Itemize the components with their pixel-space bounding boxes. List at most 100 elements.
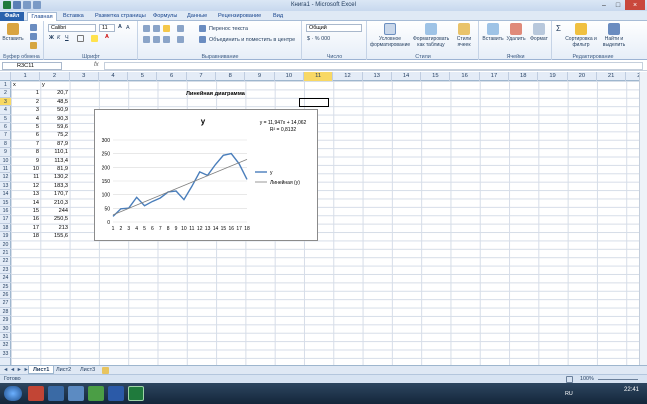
cell-x[interactable]: 9 <box>11 157 39 165</box>
align-middle-icon[interactable] <box>153 25 160 32</box>
minimize-button[interactable]: – <box>597 0 611 10</box>
row-header[interactable]: 10 <box>0 157 11 165</box>
underline-button[interactable]: Ч <box>65 35 69 41</box>
column-header[interactable]: 3 <box>70 72 99 81</box>
column-header[interactable]: 16 <box>451 72 480 81</box>
active-cell[interactable] <box>299 98 329 107</box>
row-header[interactable]: 8 <box>0 140 11 149</box>
tab-formulas[interactable]: Формулы <box>153 12 177 21</box>
row-header[interactable]: 26 <box>0 291 11 300</box>
align-right-icon[interactable] <box>163 36 170 43</box>
cell-x[interactable]: 3 <box>11 106 39 114</box>
cell-y[interactable]: 213 <box>40 224 68 232</box>
autosum-icon[interactable]: Σ <box>556 24 561 33</box>
column-header[interactable]: 21 <box>597 72 627 81</box>
insert-cells-button[interactable]: Вставить <box>482 23 504 42</box>
row-header[interactable]: 19 <box>0 232 11 241</box>
select-all-corner[interactable] <box>0 72 11 81</box>
cell-y[interactable]: 75,2 <box>40 131 68 139</box>
header-x[interactable]: x <box>13 81 16 89</box>
fx-icon[interactable]: fx <box>94 62 99 68</box>
close-button[interactable]: × <box>625 0 645 10</box>
shrink-font-icon[interactable]: A <box>126 25 130 31</box>
column-header[interactable]: 8 <box>216 72 246 81</box>
cell-x[interactable]: 14 <box>11 199 39 207</box>
cell-y[interactable]: 48,5 <box>40 98 68 106</box>
align-bottom-icon[interactable] <box>163 25 170 32</box>
row-header[interactable]: 16 <box>0 207 11 216</box>
row-header[interactable]: 18 <box>0 224 11 233</box>
row-header[interactable]: 7 <box>0 131 11 140</box>
cut-icon[interactable] <box>30 24 37 31</box>
row-header[interactable]: 28 <box>0 308 11 317</box>
tab-file[interactable]: Файл <box>0 12 24 21</box>
normal-view-icon[interactable] <box>566 376 573 383</box>
row-header[interactable]: 25 <box>0 283 11 291</box>
align-left-icon[interactable] <box>143 36 150 43</box>
column-header[interactable]: 18 <box>509 72 539 81</box>
sheet-nav-icon[interactable]: ◄ ◄ ► ► <box>3 367 29 373</box>
currency-icon[interactable]: $ · % 000 <box>307 36 330 42</box>
chart-area[interactable]: y 0 50 100 150 200 250 300 1 2 3 4 5 6 7 8 9 10 11 12 13 14 15… <box>94 109 318 241</box>
zoom-slider[interactable] <box>598 379 638 380</box>
column-header[interactable]: 17 <box>480 72 510 81</box>
row-header[interactable]: 20 <box>0 241 11 249</box>
merge-center-button[interactable]: Объединить и поместить в центре <box>209 37 295 43</box>
tab-view[interactable]: Вид <box>273 12 283 21</box>
sheet-tab-2[interactable]: Лист2 <box>52 366 75 374</box>
align-top-icon[interactable] <box>143 25 150 32</box>
cell-y[interactable]: 250,5 <box>40 215 68 223</box>
orientation-icon[interactable] <box>177 25 184 32</box>
cell-x[interactable]: 8 <box>11 148 39 156</box>
column-header[interactable]: 4 <box>99 72 129 81</box>
column-header[interactable]: 2 <box>40 72 70 81</box>
excel-taskbar-icon[interactable] <box>128 386 144 401</box>
borders-icon[interactable] <box>77 35 84 42</box>
cell-x[interactable]: 4 <box>11 115 39 123</box>
font-color-icon[interactable]: A <box>105 34 109 40</box>
tab-review[interactable]: Рецензирование <box>218 12 261 21</box>
cell-y[interactable]: 90,3 <box>40 115 68 123</box>
row-header[interactable]: 12 <box>0 173 11 182</box>
row-header[interactable]: 17 <box>0 215 11 224</box>
row-header[interactable]: 31 <box>0 333 11 342</box>
cell-y[interactable]: 20,7 <box>40 89 68 97</box>
worksheet-grid[interactable]: x y 1 20,7 2 48,5 3 50,9 4 90,3 5 59,6 6 75,2 7 87,9 8… <box>11 81 639 365</box>
row-header[interactable]: 9 <box>0 148 11 157</box>
column-header[interactable]: 5 <box>128 72 158 81</box>
format-as-table-button[interactable]: Форматировать как таблицу <box>413 23 449 48</box>
cell-y[interactable]: 110,1 <box>40 148 68 156</box>
copy-icon[interactable] <box>30 33 37 40</box>
align-center-icon[interactable] <box>153 36 160 43</box>
row-header[interactable]: 27 <box>0 299 11 308</box>
indent-icon[interactable] <box>177 36 184 43</box>
cell-x[interactable]: 12 <box>11 182 39 190</box>
vertical-scrollbar[interactable] <box>639 72 647 365</box>
tab-home[interactable]: Главная <box>27 12 57 21</box>
paste-button[interactable]: Вставить <box>2 23 24 42</box>
format-painter-icon[interactable] <box>30 42 37 49</box>
font-name-combo[interactable]: Calibri <box>48 24 96 32</box>
column-header[interactable]: 7 <box>187 72 217 81</box>
cell-y[interactable]: 130,2 <box>40 173 68 181</box>
number-format-combo[interactable]: Общий <box>306 24 362 32</box>
word-icon[interactable] <box>108 386 124 401</box>
row-header[interactable]: 5 <box>0 115 11 123</box>
tab-data[interactable]: Данные <box>187 12 207 21</box>
format-cells-button[interactable]: Формат <box>528 23 550 42</box>
row-header[interactable]: 1 <box>0 81 11 90</box>
chart-caption[interactable]: Линейная диаграмма <box>186 90 245 98</box>
italic-button[interactable]: К <box>57 35 60 41</box>
row-header[interactable]: 15 <box>0 199 11 207</box>
app-icon[interactable] <box>88 386 104 401</box>
row-header[interactable]: 3 <box>0 97 11 107</box>
row-header[interactable]: 6 <box>0 123 11 132</box>
clock[interactable]: 22:41 <box>624 387 639 394</box>
cell-y[interactable]: 155,6 <box>40 232 68 240</box>
cell-y[interactable]: 170,7 <box>40 190 68 198</box>
row-header[interactable]: 23 <box>0 266 11 275</box>
formula-input[interactable] <box>104 62 643 70</box>
column-header[interactable]: 12 <box>333 72 363 81</box>
delete-cells-button[interactable]: Удалить <box>505 23 527 42</box>
header-y[interactable]: y <box>42 81 45 89</box>
